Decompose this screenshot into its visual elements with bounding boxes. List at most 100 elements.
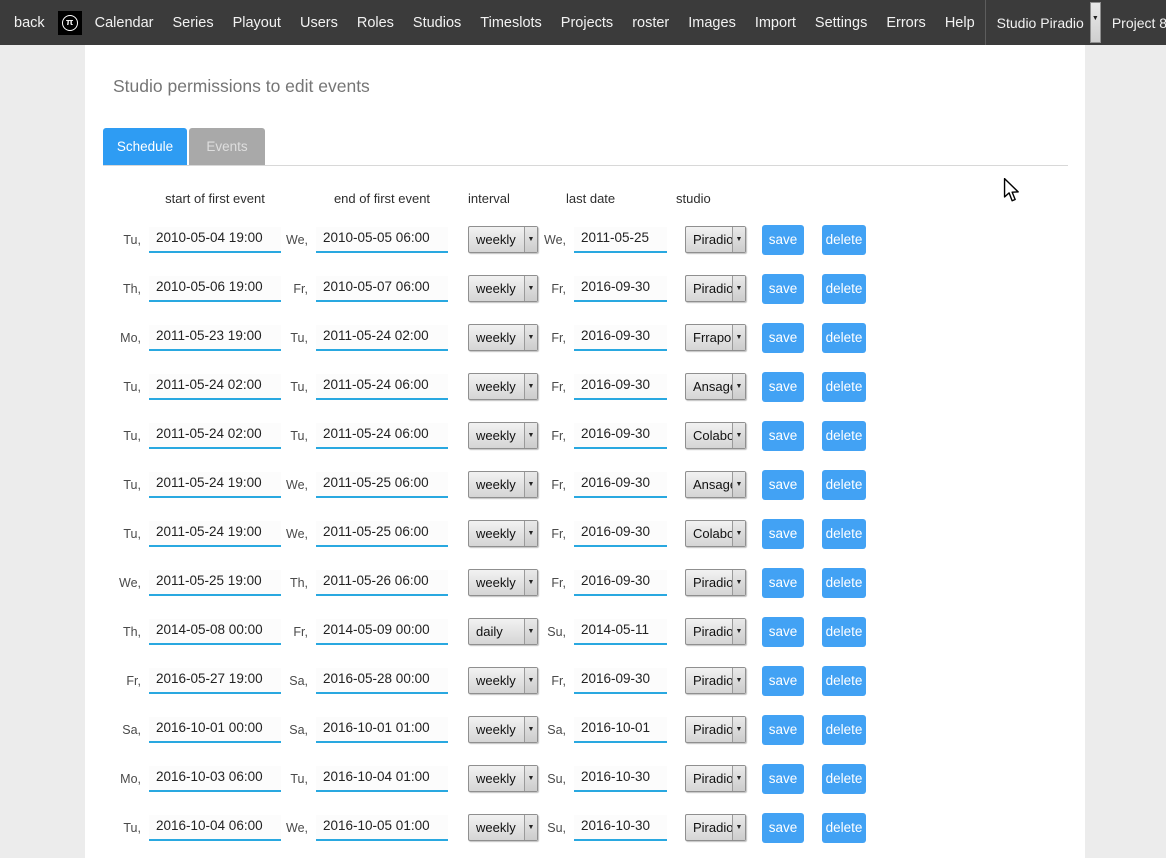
studio-select[interactable]: Piradio▼ xyxy=(685,618,746,645)
delete-button[interactable]: delete xyxy=(822,764,866,794)
studio-select[interactable]: Piradio▼ xyxy=(685,765,746,792)
start-of-first-event-input[interactable] xyxy=(149,276,281,302)
start-of-first-event-input[interactable] xyxy=(149,472,281,498)
save-button[interactable]: save xyxy=(762,568,804,598)
interval-select[interactable]: weekly▼ xyxy=(468,569,538,596)
nav-item-users[interactable]: Users xyxy=(300,15,338,31)
save-button[interactable]: save xyxy=(762,666,804,696)
studio-select[interactable]: Ansage▼ xyxy=(685,373,746,400)
interval-select[interactable]: daily▼ xyxy=(468,618,538,645)
studio-select[interactable]: Piradio▼ xyxy=(685,667,746,694)
last-date-input[interactable] xyxy=(574,472,667,498)
interval-select[interactable]: weekly▼ xyxy=(468,520,538,547)
save-button[interactable]: save xyxy=(762,715,804,745)
end-of-first-event-input[interactable] xyxy=(316,521,448,547)
save-button[interactable]: save xyxy=(762,519,804,549)
delete-button[interactable]: delete xyxy=(822,568,866,598)
last-date-input[interactable] xyxy=(574,423,667,449)
end-of-first-event-input[interactable] xyxy=(316,423,448,449)
last-date-input[interactable] xyxy=(574,668,667,694)
start-of-first-event-input[interactable] xyxy=(149,668,281,694)
last-date-input[interactable] xyxy=(574,521,667,547)
start-of-first-event-input[interactable] xyxy=(149,227,281,253)
nav-item-timeslots[interactable]: Timeslots xyxy=(480,15,542,31)
delete-button[interactable]: delete xyxy=(822,421,866,451)
last-date-input[interactable] xyxy=(574,815,667,841)
nav-item-errors[interactable]: Errors xyxy=(886,15,925,31)
project-context-select[interactable]: Project 88vier ▼ xyxy=(1112,2,1166,43)
last-date-input[interactable] xyxy=(574,227,667,253)
start-of-first-event-input[interactable] xyxy=(149,717,281,743)
nav-item-projects[interactable]: Projects xyxy=(561,15,613,31)
delete-button[interactable]: delete xyxy=(822,617,866,647)
delete-button[interactable]: delete xyxy=(822,813,866,843)
save-button[interactable]: save xyxy=(762,421,804,451)
interval-select[interactable]: weekly▼ xyxy=(468,814,538,841)
start-of-first-event-input[interactable] xyxy=(149,521,281,547)
delete-button[interactable]: delete xyxy=(822,372,866,402)
nav-item-images[interactable]: Images xyxy=(688,15,736,31)
end-of-first-event-input[interactable] xyxy=(316,570,448,596)
nav-item-studios[interactable]: Studios xyxy=(413,15,461,31)
start-of-first-event-input[interactable] xyxy=(149,325,281,351)
back-link[interactable]: back xyxy=(14,15,45,31)
interval-select[interactable]: weekly▼ xyxy=(468,765,538,792)
start-of-first-event-input[interactable] xyxy=(149,815,281,841)
delete-button[interactable]: delete xyxy=(822,715,866,745)
start-of-first-event-input[interactable] xyxy=(149,423,281,449)
studio-select[interactable]: Piradio▼ xyxy=(685,226,746,253)
nav-item-playout[interactable]: Playout xyxy=(233,15,281,31)
interval-select[interactable]: weekly▼ xyxy=(468,324,538,351)
studio-select[interactable]: Colabo▼ xyxy=(685,520,746,547)
last-date-input[interactable] xyxy=(574,570,667,596)
interval-select[interactable]: weekly▼ xyxy=(468,226,538,253)
tab-events[interactable]: Events xyxy=(189,128,265,165)
studio-context-select[interactable]: Studio Piradio ▼ xyxy=(997,2,1101,43)
last-date-input[interactable] xyxy=(574,766,667,792)
save-button[interactable]: save xyxy=(762,323,804,353)
start-of-first-event-input[interactable] xyxy=(149,570,281,596)
interval-select[interactable]: weekly▼ xyxy=(468,422,538,449)
interval-select[interactable]: weekly▼ xyxy=(468,716,538,743)
studio-select[interactable]: Piradio▼ xyxy=(685,275,746,302)
last-date-input[interactable] xyxy=(574,325,667,351)
nav-item-help[interactable]: Help xyxy=(945,15,975,31)
end-of-first-event-input[interactable] xyxy=(316,668,448,694)
studio-select[interactable]: Colabo▼ xyxy=(685,422,746,449)
save-button[interactable]: save xyxy=(762,617,804,647)
save-button[interactable]: save xyxy=(762,274,804,304)
start-of-first-event-input[interactable] xyxy=(149,374,281,400)
nav-item-import[interactable]: Import xyxy=(755,15,796,31)
last-date-input[interactable] xyxy=(574,276,667,302)
nav-item-roles[interactable]: Roles xyxy=(357,15,394,31)
end-of-first-event-input[interactable] xyxy=(316,619,448,645)
delete-button[interactable]: delete xyxy=(822,323,866,353)
tab-schedule[interactable]: Schedule xyxy=(103,128,187,165)
end-of-first-event-input[interactable] xyxy=(316,472,448,498)
end-of-first-event-input[interactable] xyxy=(316,374,448,400)
end-of-first-event-input[interactable] xyxy=(316,325,448,351)
save-button[interactable]: save xyxy=(762,764,804,794)
studio-select[interactable]: Piradio▼ xyxy=(685,716,746,743)
pi-radio-logo-icon[interactable]: π xyxy=(58,11,82,35)
nav-item-settings[interactable]: Settings xyxy=(815,15,867,31)
start-of-first-event-input[interactable] xyxy=(149,766,281,792)
end-of-first-event-input[interactable] xyxy=(316,276,448,302)
delete-button[interactable]: delete xyxy=(822,519,866,549)
nav-item-roster[interactable]: roster xyxy=(632,15,669,31)
interval-select[interactable]: weekly▼ xyxy=(468,373,538,400)
last-date-input[interactable] xyxy=(574,619,667,645)
delete-button[interactable]: delete xyxy=(822,666,866,696)
studio-select[interactable]: Piradio▼ xyxy=(685,814,746,841)
last-date-input[interactable] xyxy=(574,374,667,400)
nav-item-series[interactable]: Series xyxy=(172,15,213,31)
start-of-first-event-input[interactable] xyxy=(149,619,281,645)
studio-select[interactable]: Piradio▼ xyxy=(685,569,746,596)
end-of-first-event-input[interactable] xyxy=(316,717,448,743)
last-date-input[interactable] xyxy=(574,717,667,743)
chevron-down-icon[interactable]: ▼ xyxy=(1090,2,1101,43)
studio-select[interactable]: Ansage▼ xyxy=(685,471,746,498)
interval-select[interactable]: weekly▼ xyxy=(468,275,538,302)
delete-button[interactable]: delete xyxy=(822,225,866,255)
delete-button[interactable]: delete xyxy=(822,274,866,304)
